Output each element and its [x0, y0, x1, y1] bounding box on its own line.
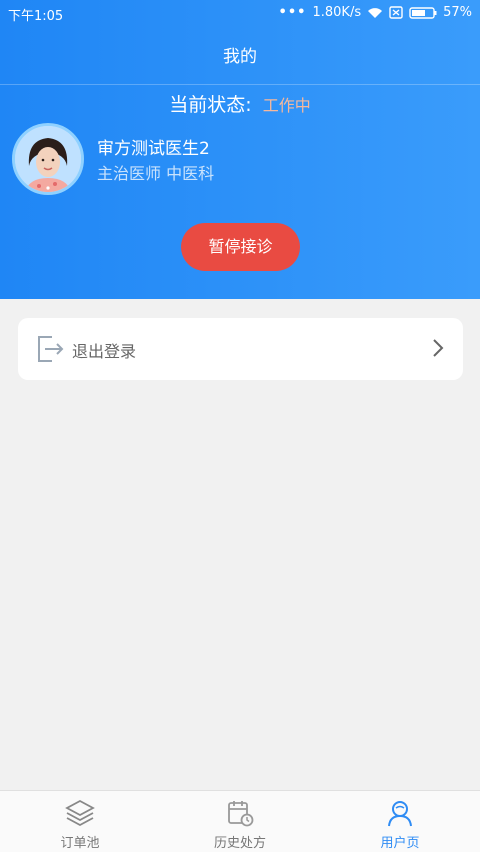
status-time: 下午1:05	[8, 9, 64, 24]
network-speed: 1.80K/s	[312, 5, 362, 20]
work-status: 当前状态: 工作中	[0, 90, 480, 117]
battery-percent: 57%	[443, 5, 472, 20]
tab-user-page[interactable]: 用户页	[320, 791, 480, 852]
logout-label: 退出登录	[72, 342, 137, 361]
header-divider	[0, 84, 480, 85]
tab-order-pool[interactable]: 订单池	[0, 791, 160, 852]
logout-icon	[34, 333, 66, 369]
layers-icon	[65, 799, 95, 831]
avatar[interactable]	[12, 123, 84, 195]
bottom-tab-bar: 订单池 历史处方 用户页	[0, 790, 480, 852]
status-label: 当前状态:	[169, 94, 252, 116]
doctor-name: 审方测试医生2	[97, 139, 210, 159]
chevron-right-icon	[431, 338, 445, 362]
battery-icon	[409, 6, 437, 19]
calendar-clock-icon	[226, 799, 254, 831]
logout-row[interactable]: 退出登录	[18, 318, 463, 380]
user-icon	[386, 799, 414, 831]
doctor-title: 主治医师 中医科	[97, 164, 215, 183]
tab-label: 用户页	[380, 836, 420, 851]
more-dots-icon: •••	[278, 5, 307, 20]
no-sim-icon	[389, 6, 403, 19]
tab-label: 历史处方	[213, 836, 266, 851]
tab-label: 订单池	[60, 836, 100, 851]
status-value: 工作中	[262, 96, 311, 115]
page-title: 我的	[223, 47, 257, 67]
system-status-bar: 下午1:05 ••• 1.80K/s 57%	[0, 0, 480, 28]
wifi-icon	[367, 7, 383, 19]
pause-consultation-button[interactable]: 暂停接诊	[181, 223, 300, 271]
tab-history-prescriptions[interactable]: 历史处方	[160, 791, 320, 852]
profile-header: 下午1:05 ••• 1.80K/s 57% 我的 当前状态: 工作中 审方测试…	[0, 0, 480, 299]
